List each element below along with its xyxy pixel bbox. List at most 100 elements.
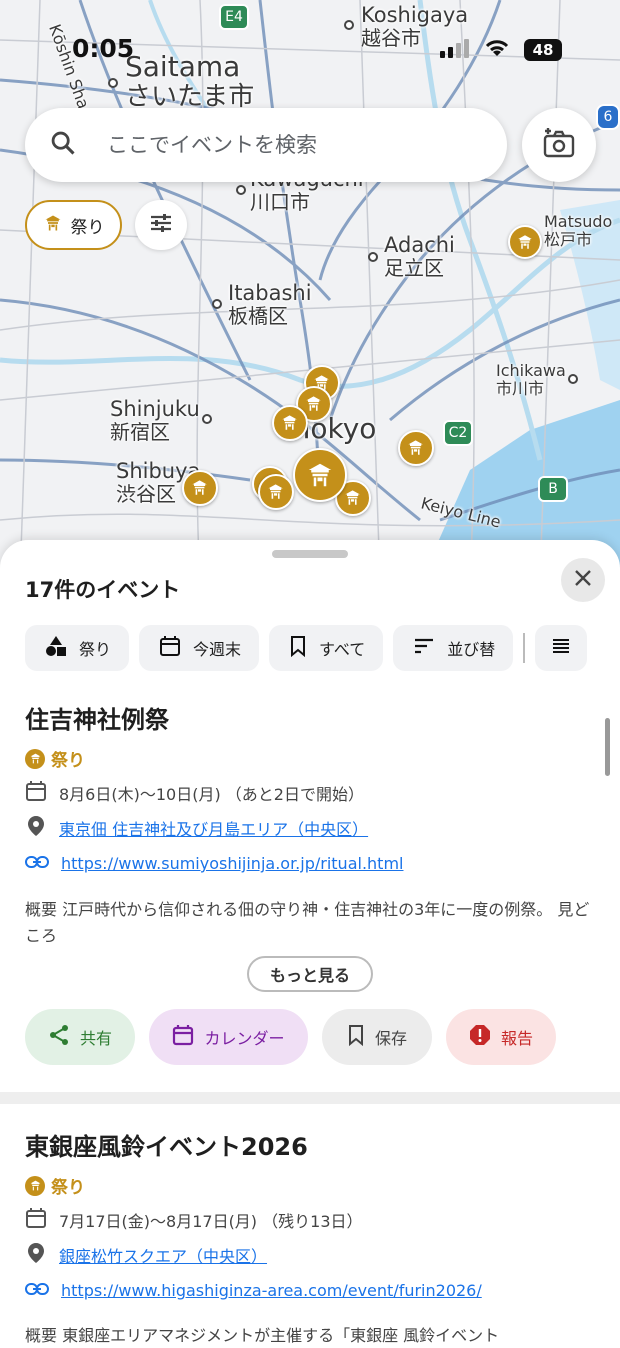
- location-pin-icon: [25, 815, 47, 841]
- report-button[interactable]: 報告: [446, 1009, 556, 1065]
- event-date-row: 8月6日(木)〜10日(月) （あと2日で開始）: [25, 780, 364, 806]
- chip-label: すべて: [319, 640, 366, 659]
- battery-indicator: 48: [524, 39, 562, 61]
- sort-icon: [413, 637, 435, 659]
- event-actions: 共有 カレンダー 保存 報告: [25, 1009, 556, 1065]
- shrine-icon: [43, 213, 63, 238]
- place-dot: [212, 299, 222, 309]
- sheet-title: 17件のイベント: [25, 578, 181, 602]
- sheet-drag-handle[interactable]: [272, 550, 348, 558]
- chip-category[interactable]: 祭り: [25, 625, 130, 671]
- calendar-label: カレンダー: [204, 1029, 285, 1048]
- chip-saved[interactable]: すべて: [269, 625, 384, 671]
- event-url-row: https://www.sumiyoshijinja.or.jp/ritual.…: [25, 854, 403, 873]
- event-date-row: 7月17日(金)〜8月17日(月) （残り13日）: [25, 1207, 363, 1233]
- event-pin[interactable]: [508, 225, 542, 259]
- wifi-icon: [484, 38, 510, 62]
- shrine-icon: [25, 748, 45, 769]
- save-button[interactable]: 保存: [322, 1009, 432, 1065]
- event-url-link[interactable]: https://www.sumiyoshijinja.or.jp/ritual.…: [61, 854, 403, 873]
- event-pin[interactable]: [272, 405, 308, 441]
- route-shield-6: 6: [596, 104, 620, 130]
- tune-icon: [149, 212, 173, 238]
- search-input[interactable]: [107, 133, 447, 157]
- calendar-icon: [25, 1207, 47, 1233]
- event-date: 7月17日(金)〜8月17日(月) （残り13日）: [59, 1212, 363, 1231]
- camera-search-button[interactable]: [522, 108, 596, 182]
- place-ichikawa: Ichikawa 市川市: [496, 361, 566, 398]
- place-matsudo: Matsudo 松戸市: [544, 212, 613, 249]
- route-shield-c2: C2: [443, 420, 473, 446]
- bookmark-icon: [347, 1024, 365, 1050]
- event-list-sheet[interactable]: 17件のイベント 祭り 今週末 すべて 並び替 住吉神社例祭 祭り 8月6日(木…: [0, 540, 620, 1348]
- place-dot: [108, 78, 118, 88]
- event-category: 祭り: [25, 746, 85, 771]
- status-icons: 48: [440, 38, 562, 62]
- calendar-icon: [25, 780, 47, 806]
- report-icon: [469, 1024, 491, 1050]
- chip-divider: [523, 633, 526, 663]
- chip-list-view[interactable]: [535, 625, 588, 671]
- event-url-row: https://www.higashiginza-area.com/event/…: [25, 1281, 482, 1300]
- bookmark-icon: [289, 635, 307, 661]
- chip-sort[interactable]: 並び替: [393, 625, 514, 671]
- calendar-icon: [159, 635, 181, 661]
- scrollbar[interactable]: [605, 718, 610, 776]
- card-divider: [0, 1092, 620, 1104]
- chip-label: 今週末: [193, 640, 242, 659]
- show-more-button[interactable]: もっと見る: [247, 956, 373, 992]
- place-shinjuku: Shinjuku 新宿区: [110, 397, 200, 445]
- filter-chips-row: 祭り 今週末 すべて 並び替: [25, 625, 620, 671]
- place-dot: [202, 414, 212, 424]
- event-url-link[interactable]: https://www.higashiginza-area.com/event/…: [61, 1281, 482, 1300]
- link-icon: [25, 854, 49, 873]
- event-pin[interactable]: [398, 430, 434, 466]
- place-dot: [236, 185, 246, 195]
- save-label: 保存: [374, 1029, 407, 1048]
- close-button[interactable]: [561, 558, 605, 602]
- list-icon: [551, 637, 571, 659]
- share-label: 共有: [79, 1029, 112, 1048]
- event-title: 東銀座風鈴イベント2026: [25, 1133, 308, 1161]
- event-location-row: 東京佃 住吉神社及び月島エリア（中央区）: [25, 815, 368, 841]
- event-pin-selected[interactable]: [293, 448, 347, 502]
- filter-settings-button[interactable]: [135, 200, 187, 250]
- close-icon: [574, 569, 592, 591]
- category-filter-chip[interactable]: 祭り: [25, 200, 122, 250]
- chip-label: 祭り: [79, 640, 112, 659]
- add-photo-icon: [541, 127, 577, 163]
- route-shield-e4: E4: [219, 4, 249, 30]
- route-shield-b: B: [538, 476, 568, 502]
- share-button[interactable]: 共有: [25, 1009, 135, 1065]
- chip-date[interactable]: 今週末: [139, 625, 260, 671]
- place-dot: [344, 20, 354, 30]
- status-time: 0:05: [72, 34, 135, 63]
- shrine-icon: [25, 1175, 45, 1196]
- shapes-icon: [45, 635, 67, 661]
- share-icon: [48, 1024, 70, 1050]
- add-to-calendar-button[interactable]: カレンダー: [149, 1009, 308, 1065]
- chip-label: 並び替: [447, 640, 496, 659]
- filter-chip-label: 祭り: [70, 217, 105, 238]
- map-view[interactable]: Koshigaya越谷市 Saitamaさいたま市 Kawaguchi川口市 M…: [0, 0, 620, 580]
- event-location-link[interactable]: 東京佃 住吉神社及び月島エリア（中央区）: [59, 816, 368, 840]
- link-icon: [25, 1281, 49, 1300]
- event-pin[interactable]: [258, 474, 294, 510]
- event-location-row: 銀座松竹スクエア（中央区）: [25, 1242, 267, 1268]
- event-title: 住吉神社例祭: [25, 706, 169, 734]
- place-itabashi: Itabashi 板橋区: [228, 281, 312, 329]
- event-location-link[interactable]: 銀座松竹スクエア（中央区）: [59, 1243, 267, 1267]
- place-dot: [568, 374, 578, 384]
- report-label: 報告: [500, 1029, 533, 1048]
- event-description: 概要 江戸時代から信仰される佃の守り神・住吉神社の3年に一度の例祭。 見どころ: [25, 900, 590, 945]
- event-pin[interactable]: [182, 470, 218, 506]
- location-pin-icon: [25, 1242, 47, 1268]
- event-category: 祭り: [25, 1173, 85, 1198]
- place-adachi: Adachi 足立区: [384, 233, 455, 281]
- search-icon: [49, 129, 77, 161]
- place-dot: [368, 252, 378, 262]
- calendar-icon: [172, 1024, 194, 1050]
- search-bar[interactable]: [25, 108, 507, 182]
- event-description: 概要 東銀座エリアマネジメントが主催する「東銀座 風鈴イベント: [25, 1326, 500, 1345]
- event-date: 8月6日(木)〜10日(月) （あと2日で開始）: [59, 785, 364, 804]
